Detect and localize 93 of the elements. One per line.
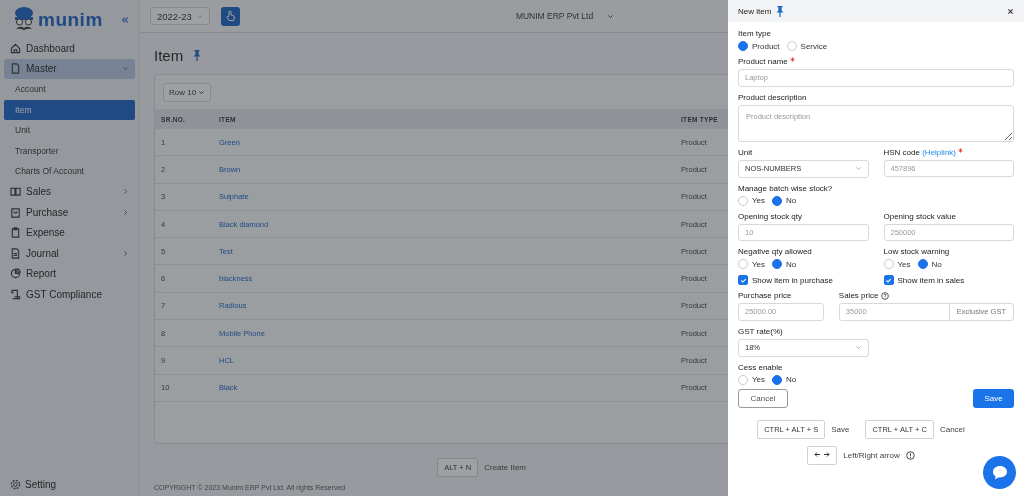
radio-option[interactable]: Yes bbox=[883, 259, 911, 269]
chevron-right-icon bbox=[122, 188, 129, 195]
radio-option[interactable]: No bbox=[917, 259, 942, 269]
panel-title: New item bbox=[738, 6, 772, 16]
field-label: Opening stock qty bbox=[738, 211, 804, 221]
shortcut-label: Save bbox=[831, 424, 850, 434]
pie-chart-icon bbox=[10, 268, 21, 279]
radio-button[interactable] bbox=[738, 259, 748, 269]
radio-button[interactable] bbox=[738, 41, 748, 51]
chat-icon bbox=[991, 465, 1008, 480]
nav-item[interactable]: Journal bbox=[4, 243, 135, 263]
pin-icon[interactable] bbox=[776, 5, 785, 17]
nav-item[interactable]: Report bbox=[4, 263, 135, 284]
logo-text: munim bbox=[38, 9, 103, 31]
shortcut-label: Left/Right arrow bbox=[843, 450, 900, 460]
field-label: GST rate(%) bbox=[738, 326, 784, 336]
radio-button[interactable] bbox=[772, 195, 783, 206]
hand-icon bbox=[224, 10, 236, 22]
field-label: Product description bbox=[738, 92, 808, 102]
field-label: Unit bbox=[738, 147, 754, 157]
cancel-button[interactable]: Cancel bbox=[738, 388, 788, 408]
clipboard-icon bbox=[10, 227, 21, 238]
nav-item[interactable]: GST Compliance bbox=[4, 284, 135, 304]
radio-option[interactable]: Product bbox=[738, 41, 780, 51]
chevron-down-icon bbox=[122, 65, 129, 72]
setting-label[interactable]: Setting bbox=[25, 479, 57, 490]
chevron-down-icon bbox=[854, 344, 862, 351]
field-label: Product name bbox=[738, 57, 1014, 66]
arrow-keys-icon bbox=[807, 445, 838, 465]
save-button[interactable]: Save bbox=[973, 388, 1014, 408]
collapse-icon[interactable] bbox=[121, 16, 129, 24]
info-icon[interactable] bbox=[905, 450, 915, 460]
help-icon[interactable] bbox=[880, 291, 889, 300]
chevron-down-icon bbox=[195, 12, 203, 20]
settings-icon[interactable] bbox=[10, 479, 21, 490]
nav-subitem[interactable]: Account bbox=[4, 79, 135, 100]
checkbox[interactable] bbox=[738, 275, 748, 285]
radio-button[interactable] bbox=[917, 259, 928, 269]
nav-subitem[interactable]: Transporter bbox=[4, 140, 135, 161]
nav-subitem[interactable]: Charts Of Account bbox=[4, 161, 135, 182]
nav-subitem[interactable]: Unit bbox=[4, 120, 135, 141]
radio-option[interactable]: No bbox=[772, 195, 797, 206]
field-label: Opening stock value bbox=[883, 211, 957, 221]
field-label: Manage batch wise stock? bbox=[738, 183, 834, 193]
chevron-down-icon bbox=[607, 12, 615, 20]
radio-button[interactable] bbox=[738, 374, 748, 385]
field-label: HSN code (Helplink) bbox=[883, 147, 1014, 157]
radio-button[interactable] bbox=[738, 195, 748, 206]
chat-button[interactable] bbox=[983, 456, 1016, 489]
shortcut-label: Create Item bbox=[484, 463, 526, 472]
field-label: Sales price bbox=[838, 291, 1014, 300]
radio-button[interactable] bbox=[772, 374, 783, 385]
field-label: Low stock warning bbox=[883, 247, 951, 256]
help-link[interactable]: (Helplink) bbox=[922, 147, 956, 157]
radio-option[interactable]: Yes bbox=[738, 259, 766, 269]
year-select[interactable]: 2022-23 bbox=[150, 7, 210, 25]
radio-option[interactable]: No bbox=[772, 374, 797, 385]
radio-option[interactable]: Yes bbox=[738, 195, 766, 206]
page-title: Item bbox=[154, 46, 184, 64]
file-icon bbox=[10, 63, 21, 74]
radio-option[interactable]: Service bbox=[786, 41, 828, 51]
chevron-down-icon bbox=[854, 165, 862, 172]
nav-subitem[interactable]: Item bbox=[4, 99, 135, 120]
chevron-right-icon bbox=[122, 208, 129, 216]
pin-icon[interactable] bbox=[193, 49, 202, 61]
nav-item[interactable]: Purchase bbox=[4, 202, 135, 222]
chevron-right-icon bbox=[122, 249, 129, 257]
radio-option[interactable]: Yes bbox=[738, 374, 766, 385]
nav-item[interactable]: Dashboard bbox=[4, 38, 135, 58]
shortcut-label: Cancel bbox=[939, 424, 965, 434]
document-icon bbox=[10, 247, 21, 259]
hand-button[interactable] bbox=[220, 6, 240, 26]
radio-option[interactable]: No bbox=[772, 259, 797, 269]
radio-button[interactable] bbox=[772, 259, 783, 269]
nav-item[interactable]: Sales bbox=[4, 181, 135, 202]
company-select[interactable]: MUNIM ERP Pvt Ltd bbox=[515, 11, 615, 21]
chevron-down-icon bbox=[198, 88, 206, 96]
home-icon bbox=[10, 42, 21, 54]
checkbox[interactable] bbox=[883, 275, 894, 285]
field-label: Cess enable bbox=[738, 362, 784, 372]
checkbox-option[interactable]: Show item in sales bbox=[883, 275, 1014, 285]
bag-icon bbox=[10, 206, 21, 218]
field-label: Purchase price bbox=[738, 291, 793, 300]
nav-item[interactable]: Expense bbox=[4, 222, 135, 243]
field-label: Item type bbox=[738, 29, 772, 38]
rows-select[interactable]: Row 10 bbox=[163, 82, 212, 102]
checkbox-option[interactable]: Show item in purchase bbox=[738, 275, 869, 285]
radio-button[interactable] bbox=[883, 259, 894, 269]
book-icon bbox=[10, 186, 21, 197]
nav-item[interactable]: Master bbox=[4, 58, 135, 79]
radio-button[interactable] bbox=[786, 41, 797, 51]
scroll-icon bbox=[10, 288, 21, 300]
field-label: Negative qty allowed bbox=[738, 247, 813, 256]
